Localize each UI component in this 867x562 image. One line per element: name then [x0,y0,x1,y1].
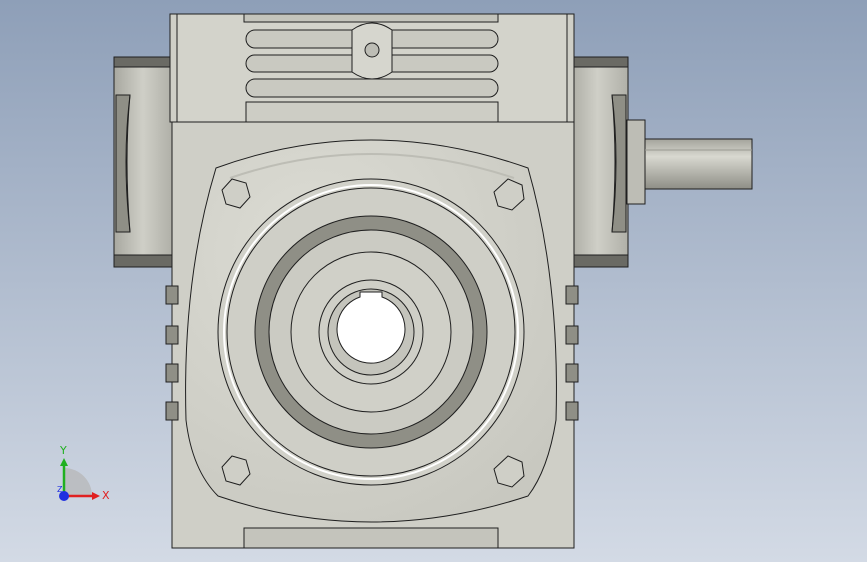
input-shaft [644,138,753,190]
triad-plane-shade [64,468,92,496]
output-bore [217,178,525,486]
x-axis-arrowhead [92,492,100,500]
axis-triad: X Y Z [57,444,110,502]
graphics-viewport[interactable]: X Y Z [0,0,867,562]
z-axis-label: Z [57,485,63,494]
y-axis-label: Y [59,444,67,457]
left-bearing-cap [113,56,173,268]
housing-top [169,13,575,123]
y-axis-arrowhead [60,458,68,466]
model-view[interactable] [0,0,867,562]
x-axis-label: X [102,489,110,502]
